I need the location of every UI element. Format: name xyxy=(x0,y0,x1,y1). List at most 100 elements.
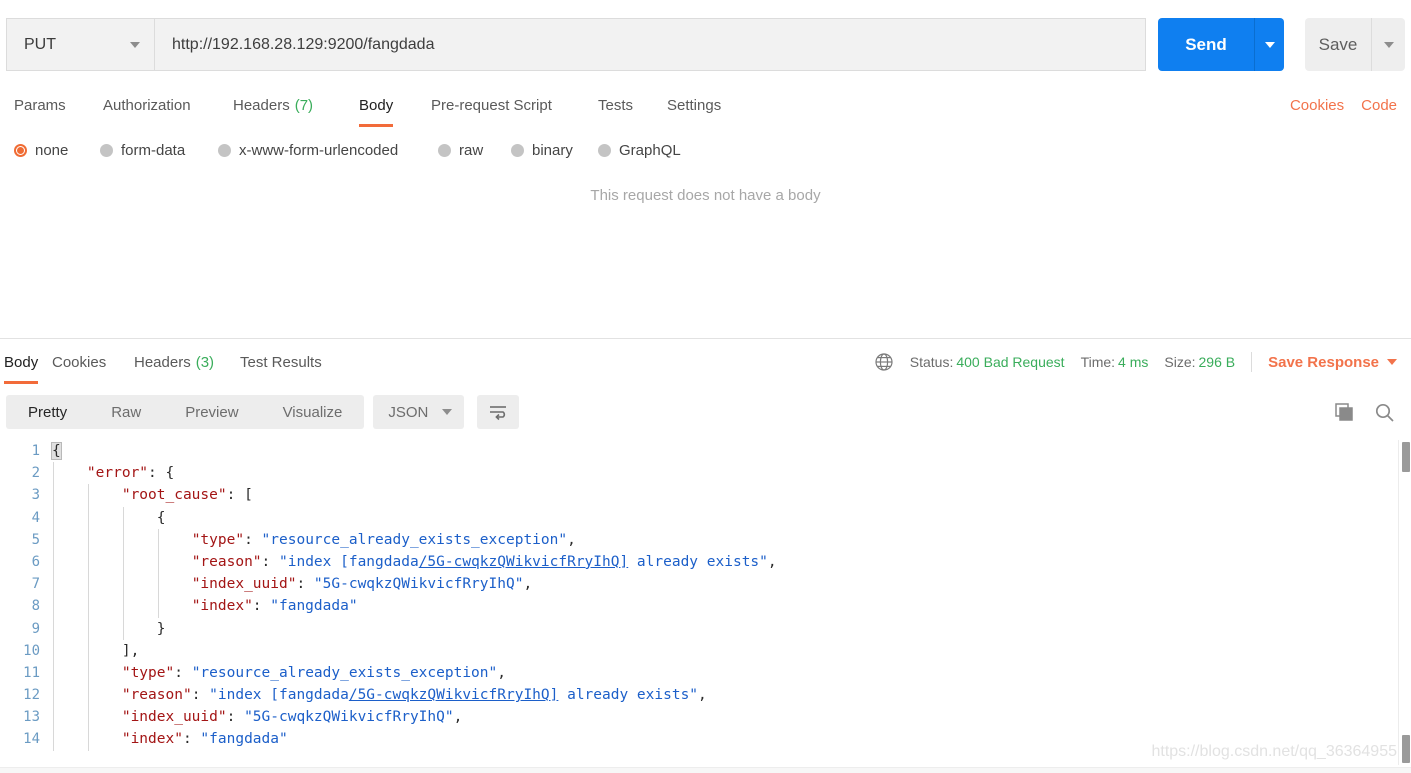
wrap-lines-button[interactable] xyxy=(477,395,520,429)
line-number: 3 xyxy=(31,487,40,504)
request-tab-params[interactable]: Params xyxy=(14,85,66,125)
response-tab-body[interactable]: Body xyxy=(4,344,39,384)
tab-label: Authorization xyxy=(103,96,191,114)
indent-guide xyxy=(53,528,54,551)
token-punc: : { xyxy=(148,465,175,482)
token-key: "root_cause" xyxy=(121,487,227,504)
body-type-none[interactable]: none xyxy=(14,142,68,159)
save-button[interactable]: Save xyxy=(1305,18,1371,71)
body-type-x-www-form-urlencoded[interactable]: x-www-form-urlencoded xyxy=(218,142,398,159)
response-scrollbar-track[interactable] xyxy=(1398,440,1407,765)
globe-icon[interactable] xyxy=(874,352,894,372)
chevron-down-icon xyxy=(442,409,453,415)
time-stat: Time: 4 ms xyxy=(1081,354,1149,370)
tab-label: Tests xyxy=(598,96,634,114)
send-options-button[interactable] xyxy=(1254,18,1284,71)
code-text: "index": "fangdada" xyxy=(52,595,358,618)
body-type-binary[interactable]: binary xyxy=(511,142,573,159)
code-text: "reason": "index [fangdada/5G-cwqkzQWikv… xyxy=(52,550,777,574)
format-tab-pretty[interactable]: Pretty xyxy=(6,395,89,429)
request-tab-settings[interactable]: Settings xyxy=(667,85,721,125)
code-line: 12 "reason": "index [fangdada/5G-cwqkzQW… xyxy=(0,684,1411,707)
request-tab-tests[interactable]: Tests xyxy=(598,85,633,125)
line-number: 11 xyxy=(23,664,40,681)
pane-divider[interactable] xyxy=(0,338,1411,339)
indent-guide xyxy=(122,573,124,596)
wrap-lines-icon xyxy=(490,406,507,421)
response-actions xyxy=(1334,402,1411,423)
indent-guide xyxy=(122,506,124,529)
copy-icon[interactable] xyxy=(1334,402,1355,423)
radio-icon xyxy=(218,143,231,157)
line-number: 6 xyxy=(31,553,40,570)
token-punc: , xyxy=(453,709,463,726)
token-str: "5G-cwqkzQWikvicfRryIhQ" xyxy=(244,709,454,726)
token-punc: : [ xyxy=(226,487,253,504)
response-scrollbar-thumb[interactable] xyxy=(1402,442,1410,472)
tab-label: Headers xyxy=(233,96,290,114)
status-badge: Status: 400 Bad Request xyxy=(910,354,1065,370)
body-type-raw[interactable]: raw xyxy=(438,142,483,159)
line-number: 13 xyxy=(23,709,40,726)
token-link[interactable]: /5G-cwqkzQWikvicfRryIhQ] xyxy=(419,554,629,570)
format-tab-visualize[interactable]: Visualize xyxy=(261,395,365,429)
http-method-select[interactable]: PUT xyxy=(6,18,154,71)
save-options-button[interactable] xyxy=(1371,18,1405,71)
request-tab-authorization[interactable]: Authorization xyxy=(103,85,191,125)
tab-count: (3) xyxy=(195,353,215,371)
token-punc: : xyxy=(261,553,279,570)
size-stat: Size: 296 B xyxy=(1164,354,1235,370)
search-icon[interactable] xyxy=(1374,402,1395,423)
token-key: "type" xyxy=(121,664,175,681)
response-tab-cookies[interactable]: Cookies xyxy=(52,344,106,380)
format-tab-preview[interactable]: Preview xyxy=(163,395,260,429)
response-format-toolbar: Pretty Raw Preview Visualize JSON xyxy=(0,392,1411,432)
code-link[interactable]: Code xyxy=(1361,97,1397,114)
request-tab-body[interactable]: Body xyxy=(359,85,394,127)
token-key: "index" xyxy=(191,598,253,615)
response-tab-headers[interactable]: Headers (3) xyxy=(134,344,214,380)
indent-guide xyxy=(53,706,54,729)
url-input[interactable]: http://192.168.28.129:9200/fangdada xyxy=(154,18,1146,71)
code-line: 7 "index_uuid": "5G-cwqkzQWikvicfRryIhQ"… xyxy=(0,573,1411,596)
line-number: 4 xyxy=(31,509,40,526)
format-tab-raw[interactable]: Raw xyxy=(89,395,163,429)
body-type-graphql[interactable]: GraphQL xyxy=(598,142,681,159)
response-scrollbar-thumb-lower[interactable] xyxy=(1402,735,1410,763)
token-key: "index_uuid" xyxy=(121,709,227,726)
token-key: "index_uuid" xyxy=(191,576,297,593)
response-stats: Status: 400 Bad Request Time: 4 ms Size: 29… xyxy=(874,352,1411,372)
indent-guide xyxy=(87,706,89,729)
token-key: "reason" xyxy=(191,553,262,570)
request-tab-headers[interactable]: Headers (7) xyxy=(233,85,313,125)
token-punc: , xyxy=(523,576,533,593)
code-line: 8 "index": "fangdada" xyxy=(0,595,1411,618)
code-text: } xyxy=(52,617,166,640)
body-type-form-data[interactable]: form-data xyxy=(100,142,185,159)
cookies-link[interactable]: Cookies xyxy=(1290,97,1344,114)
line-number: 2 xyxy=(31,465,40,482)
token-punc: , xyxy=(767,553,777,570)
code-text: { xyxy=(51,440,62,462)
line-number: 8 xyxy=(31,598,40,615)
response-language-label: JSON xyxy=(388,403,429,421)
indent-guide xyxy=(87,528,89,551)
indent-guide xyxy=(53,484,54,507)
response-body-code[interactable]: 1{2 "error": {3 "root_cause": [4 {5 "typ… xyxy=(0,440,1411,765)
response-language-select[interactable]: JSON xyxy=(373,395,465,429)
request-tab-pre-request-script[interactable]: Pre-request Script xyxy=(431,85,552,125)
send-button[interactable]: Send xyxy=(1158,18,1254,71)
response-tab-test-results[interactable]: Test Results xyxy=(240,344,322,380)
bottom-edge xyxy=(0,767,1411,773)
code-line: 6 "reason": "index [fangdada/5G-cwqkzQWi… xyxy=(0,550,1411,574)
indent-guide xyxy=(87,639,89,662)
code-line: 1{ xyxy=(0,440,1411,462)
indent-guide xyxy=(53,573,54,596)
line-number: 7 xyxy=(31,576,40,593)
chevron-down-icon xyxy=(130,41,140,48)
token-link[interactable]: /5G-cwqkzQWikvicfRryIhQ] xyxy=(349,687,559,703)
save-response-button[interactable]: Save Response xyxy=(1268,354,1397,371)
indent-guide xyxy=(157,550,159,574)
code-line: 4 { xyxy=(0,506,1411,529)
request-tabs: Settings Tests Pre-request Script Body Heade… xyxy=(0,85,1411,127)
